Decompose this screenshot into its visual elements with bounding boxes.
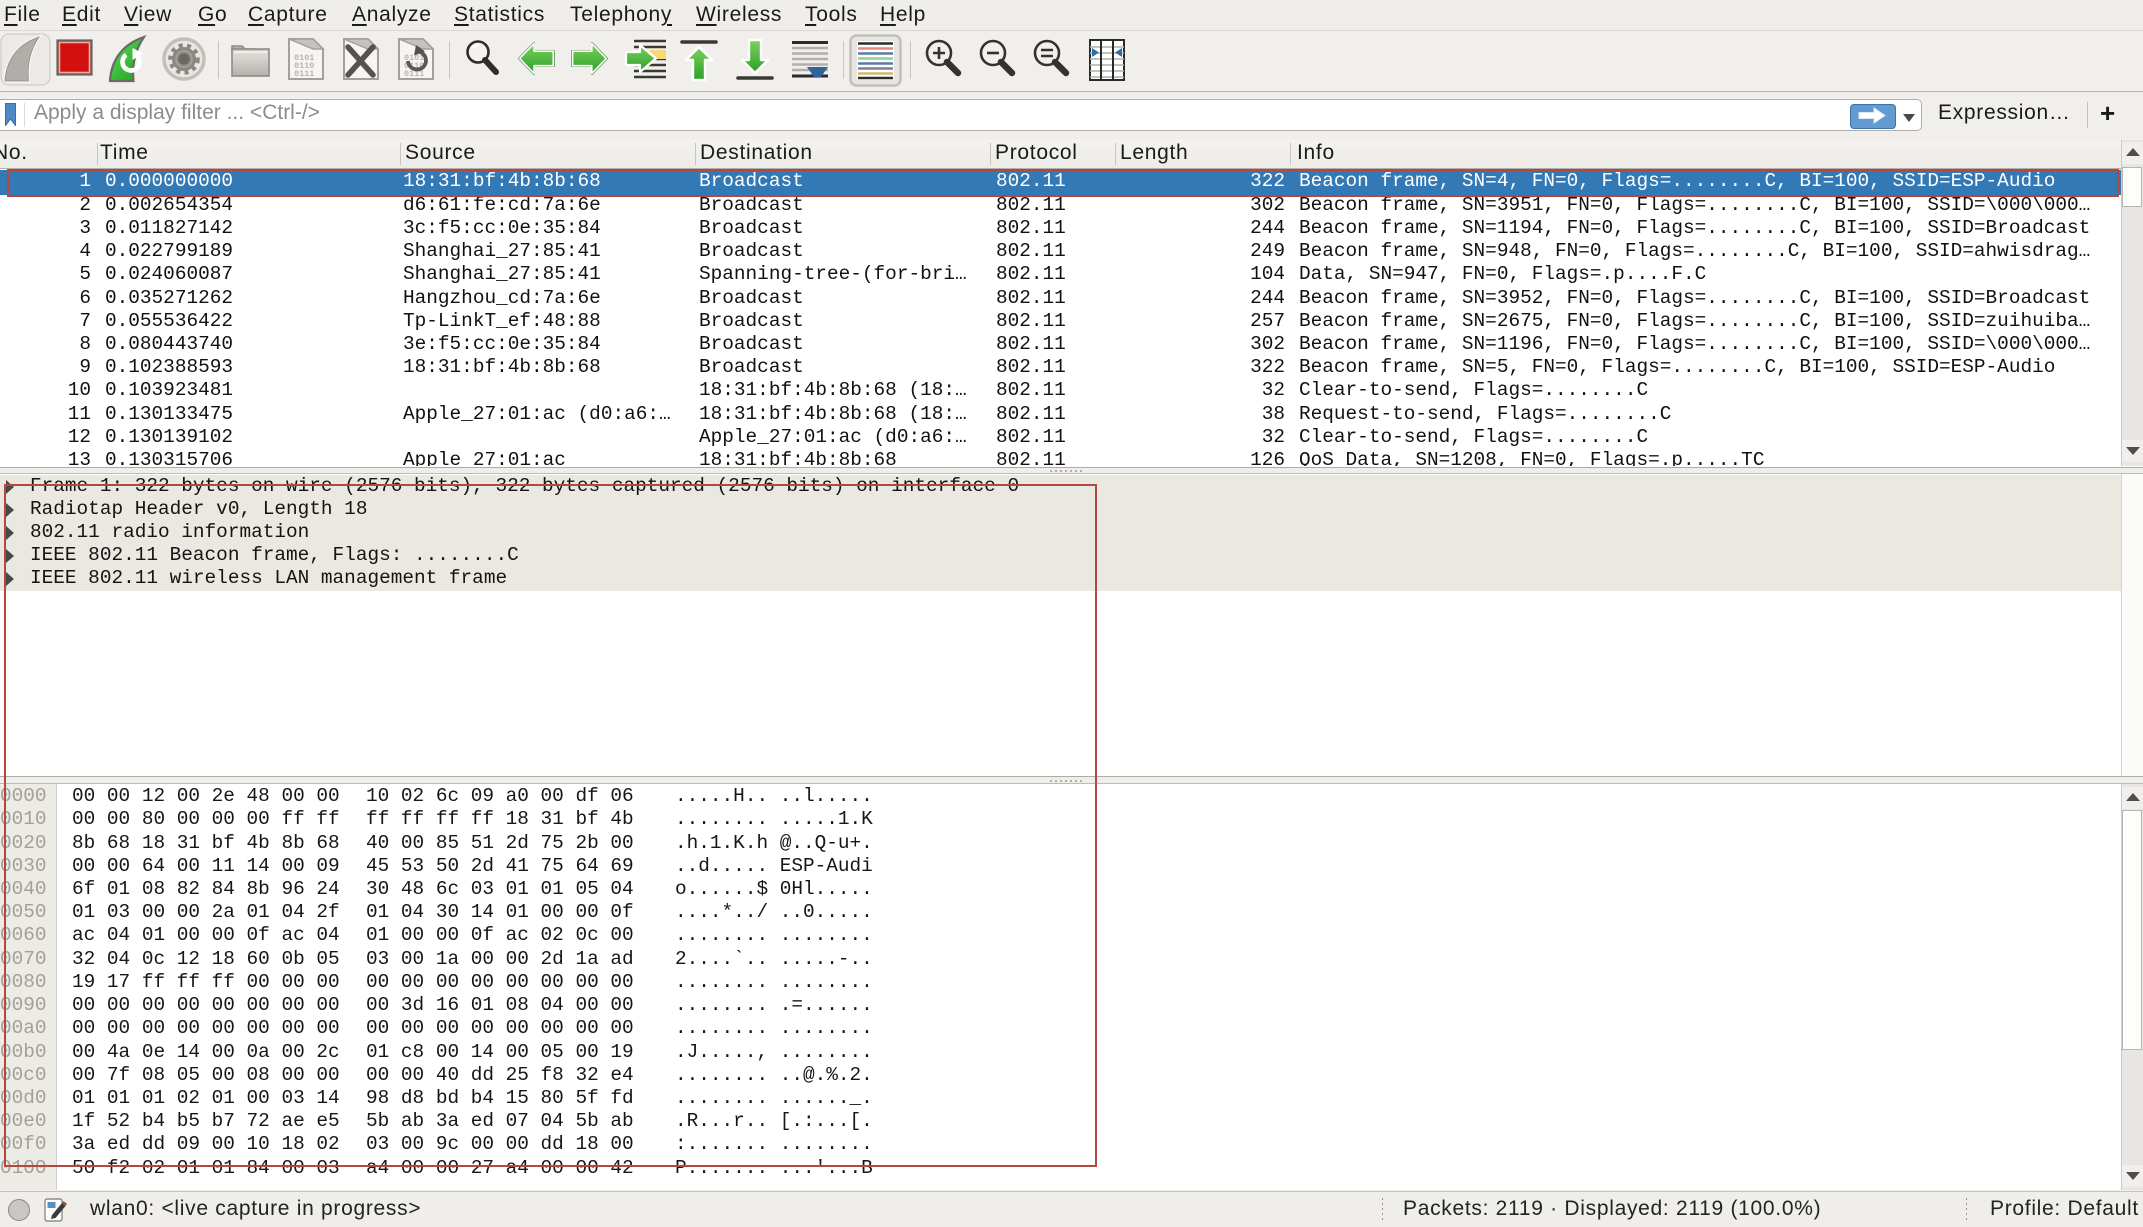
svg-text:0111: 0111 xyxy=(294,69,314,79)
